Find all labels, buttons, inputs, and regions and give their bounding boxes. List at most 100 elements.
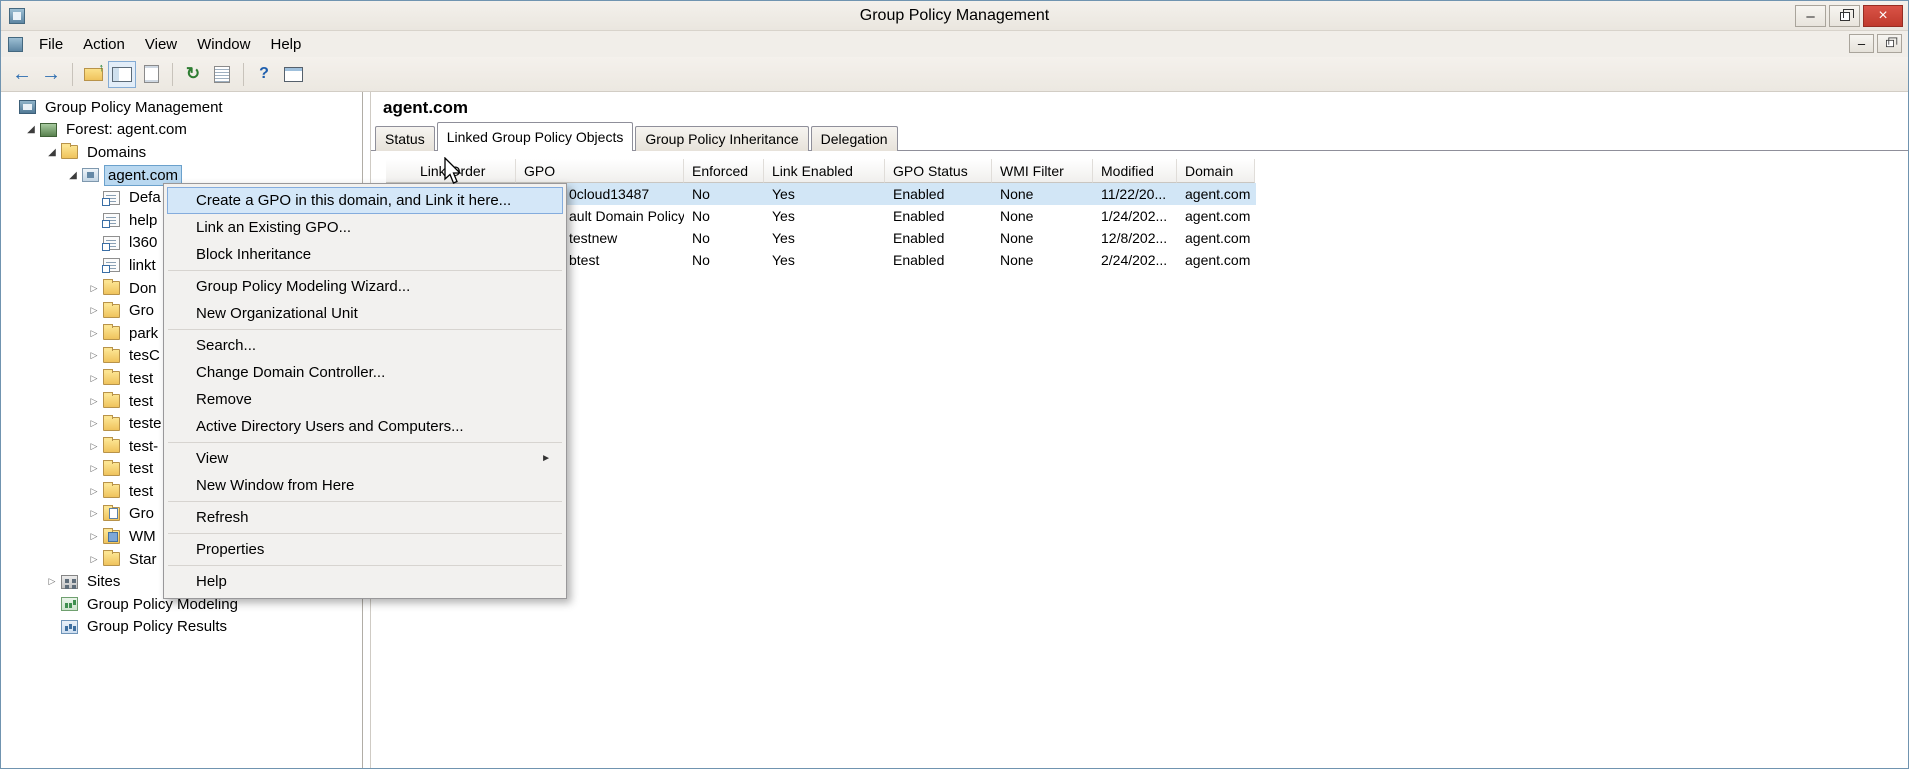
export-list-icon[interactable] (208, 61, 236, 88)
tree-item-domains[interactable]: ◢ Domains (1, 141, 362, 164)
minimize-button[interactable]: – (1795, 5, 1826, 27)
expander-collapsed-icon[interactable]: ▷ (87, 418, 101, 429)
expander-collapsed-icon[interactable]: ▷ (87, 441, 101, 452)
ou-folder-icon (103, 301, 120, 318)
tree-item-label: help (129, 211, 158, 229)
context-menu-item-label: Create a GPO in this domain, and Link it… (196, 192, 512, 209)
context-menu-item-block-inheritance[interactable]: Block Inheritance (167, 241, 563, 268)
help-icon[interactable]: ? (250, 61, 278, 88)
mdi-restore-button[interactable] (1877, 34, 1902, 53)
tab-status[interactable]: Status (375, 126, 435, 151)
tree-item-label: linkt (129, 256, 156, 274)
toolbar-separator (172, 62, 173, 86)
expander-expanded-icon[interactable]: ◢ (66, 170, 80, 181)
cell-gpo-status: Enabled (893, 208, 945, 224)
forward-icon[interactable]: → (37, 61, 65, 88)
expander-collapsed-icon[interactable]: ▷ (87, 350, 101, 361)
column-header-gpo[interactable]: GPO (516, 159, 684, 183)
restore-button[interactable] (1829, 5, 1860, 27)
console-window-icon (8, 36, 23, 52)
cell-wmi-filter: None (1000, 208, 1034, 224)
cell-wmi-filter: None (1000, 230, 1034, 246)
details-pane: agent.com Status Linked Group Policy Obje… (370, 92, 1908, 768)
context-menu-item-label: New Window from Here (196, 477, 355, 494)
toolbar: ←→ ↻? (1, 57, 1908, 92)
context-menu-item-link-an-existing-gpo[interactable]: Link an Existing GPO... (167, 214, 563, 241)
refresh-icon[interactable]: ↻ (179, 61, 207, 88)
menu-file[interactable]: File (29, 31, 73, 57)
cell-enforced: No (692, 208, 710, 224)
close-icon: × (1878, 7, 1888, 24)
context-menu-item-search[interactable]: Search... (167, 332, 563, 359)
gpo-link-icon (102, 258, 120, 274)
tree-item-group-policy-management[interactable]: Group Policy Management (1, 96, 362, 119)
menu-separator (168, 501, 562, 502)
expander-collapsed-icon[interactable]: ▷ (87, 508, 101, 519)
ou-folder-icon (103, 279, 120, 296)
context-menu-item-group-policy-modeling-wizard[interactable]: Group Policy Modeling Wizard... (167, 273, 563, 300)
tree-item-label: Defa (129, 189, 161, 207)
column-header-link-enabled[interactable]: Link Enabled (764, 159, 885, 183)
context-menu-item-view[interactable]: View ► (167, 445, 563, 472)
tree-item-label: Domains (87, 143, 147, 161)
tab-linked-group-policy-objects[interactable]: Linked Group Policy Objects (436, 122, 634, 152)
close-button[interactable]: × (1863, 5, 1903, 27)
context-menu-item-change-domain-controller[interactable]: Change Domain Controller... (167, 359, 563, 386)
show-console-tree-icon[interactable] (108, 60, 136, 88)
expander-collapsed-icon[interactable]: ▷ (45, 576, 59, 587)
tree-item-label: Don (129, 279, 157, 297)
new-window-icon[interactable] (279, 61, 307, 88)
expander-expanded-icon[interactable]: ◢ (24, 124, 38, 135)
up-one-level-icon[interactable] (79, 61, 107, 88)
column-header-gpo-status[interactable]: GPO Status (885, 159, 992, 183)
context-menu-item-refresh[interactable]: Refresh (167, 504, 563, 531)
expander-collapsed-icon[interactable]: ▷ (87, 396, 101, 407)
menu-action[interactable]: Action (73, 31, 135, 57)
expander-collapsed-icon[interactable]: ▷ (87, 305, 101, 316)
tree-item-label: Star (129, 550, 157, 568)
menu-separator (168, 442, 562, 443)
context-menu-item-label: Search... (196, 337, 257, 354)
context-menu-item-remove[interactable]: Remove (167, 386, 563, 413)
expander-collapsed-icon[interactable]: ▷ (87, 283, 101, 294)
column-header-modified[interactable]: Modified (1093, 159, 1177, 183)
menu-view[interactable]: View (135, 31, 187, 57)
properties-icon[interactable] (137, 61, 165, 88)
mdi-minimize-button[interactable]: – (1849, 34, 1874, 53)
menu-help[interactable]: Help (260, 31, 311, 57)
tab-group-policy-inheritance[interactable]: Group Policy Inheritance (635, 126, 809, 151)
column-header-domain[interactable]: Domain (1177, 159, 1255, 183)
expander-collapsed-icon[interactable]: ▷ (87, 373, 101, 384)
column-header-enforced[interactable]: Enforced (684, 159, 764, 183)
expander-collapsed-icon[interactable]: ▷ (87, 328, 101, 339)
tree-item-group-policy-results[interactable]: Group Policy Results (1, 616, 362, 639)
expander-collapsed-icon[interactable]: ▷ (87, 554, 101, 565)
context-menu-item-new-window-from-here[interactable]: New Window from Here (167, 472, 563, 499)
context-menu-item-active-directory-users-and-computers[interactable]: Active Directory Users and Computers... (167, 413, 563, 440)
column-header-wmi-filter[interactable]: WMI Filter (992, 159, 1093, 183)
restore-icon (1885, 37, 1897, 48)
context-menu-item-label: Link an Existing GPO... (196, 219, 352, 236)
tree-item-label: Forest: agent.com (66, 121, 187, 139)
context-menu-item-new-organizational-unit[interactable]: New Organizational Unit (167, 300, 563, 327)
cell-gpo-status: Enabled (893, 230, 945, 246)
context-menu-item-create-a-gpo-in-this-domain-and-link-it-here[interactable]: Create a GPO in this domain, and Link it… (167, 187, 563, 214)
context-menu-item-help[interactable]: Help (167, 568, 563, 595)
back-icon[interactable]: ← (8, 61, 36, 88)
ou-folder-icon (103, 324, 120, 341)
gpo-link-icon (102, 213, 120, 229)
context-menu-item-properties[interactable]: Properties (167, 536, 563, 563)
context-menu-item-label: Remove (196, 391, 252, 408)
expander-collapsed-icon[interactable]: ▷ (87, 463, 101, 474)
cell-link-enabled: Yes (772, 186, 795, 202)
context-menu-item-label: Active Directory Users and Computers... (196, 418, 464, 435)
expander-expanded-icon[interactable]: ◢ (45, 147, 59, 158)
expander-collapsed-icon[interactable]: ▷ (87, 531, 101, 542)
expander-collapsed-icon[interactable]: ▷ (87, 486, 101, 497)
tab-delegation[interactable]: Delegation (810, 126, 898, 151)
menu-separator (168, 270, 562, 271)
menu-window[interactable]: Window (187, 31, 260, 57)
tree-item-forest-agent-com[interactable]: ◢ Forest: agent.com (1, 119, 362, 142)
ou-folder-icon (103, 482, 120, 499)
context-menu-item-label: Block Inheritance (196, 246, 312, 263)
